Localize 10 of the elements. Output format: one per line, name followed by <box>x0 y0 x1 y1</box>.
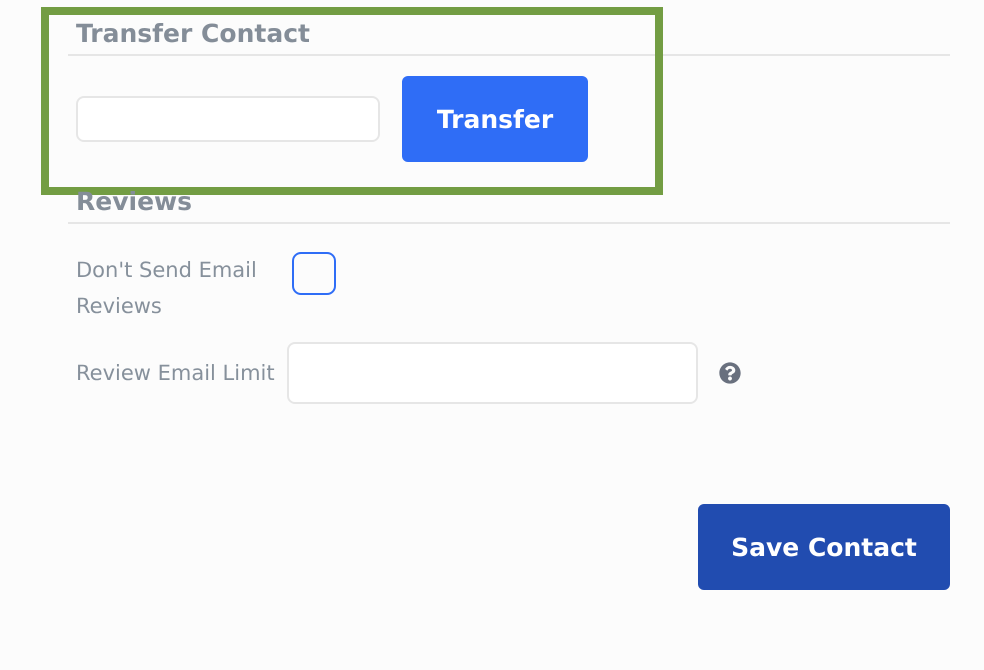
section-heading: Reviews <box>75 186 194 218</box>
help-icon[interactable] <box>719 362 741 384</box>
checkbox[interactable] <box>292 252 336 295</box>
input-field[interactable] <box>287 342 698 404</box>
transfer-button[interactable]: Transfer <box>402 76 588 162</box>
save-button[interactable]: Save Contact <box>698 504 950 590</box>
field-label: Review Email Limit <box>76 360 276 387</box>
input-field[interactable] <box>76 96 380 142</box>
field-label: Don't Send Email Reviews <box>76 257 258 320</box>
section-heading: Transfer Contact <box>75 18 311 50</box>
